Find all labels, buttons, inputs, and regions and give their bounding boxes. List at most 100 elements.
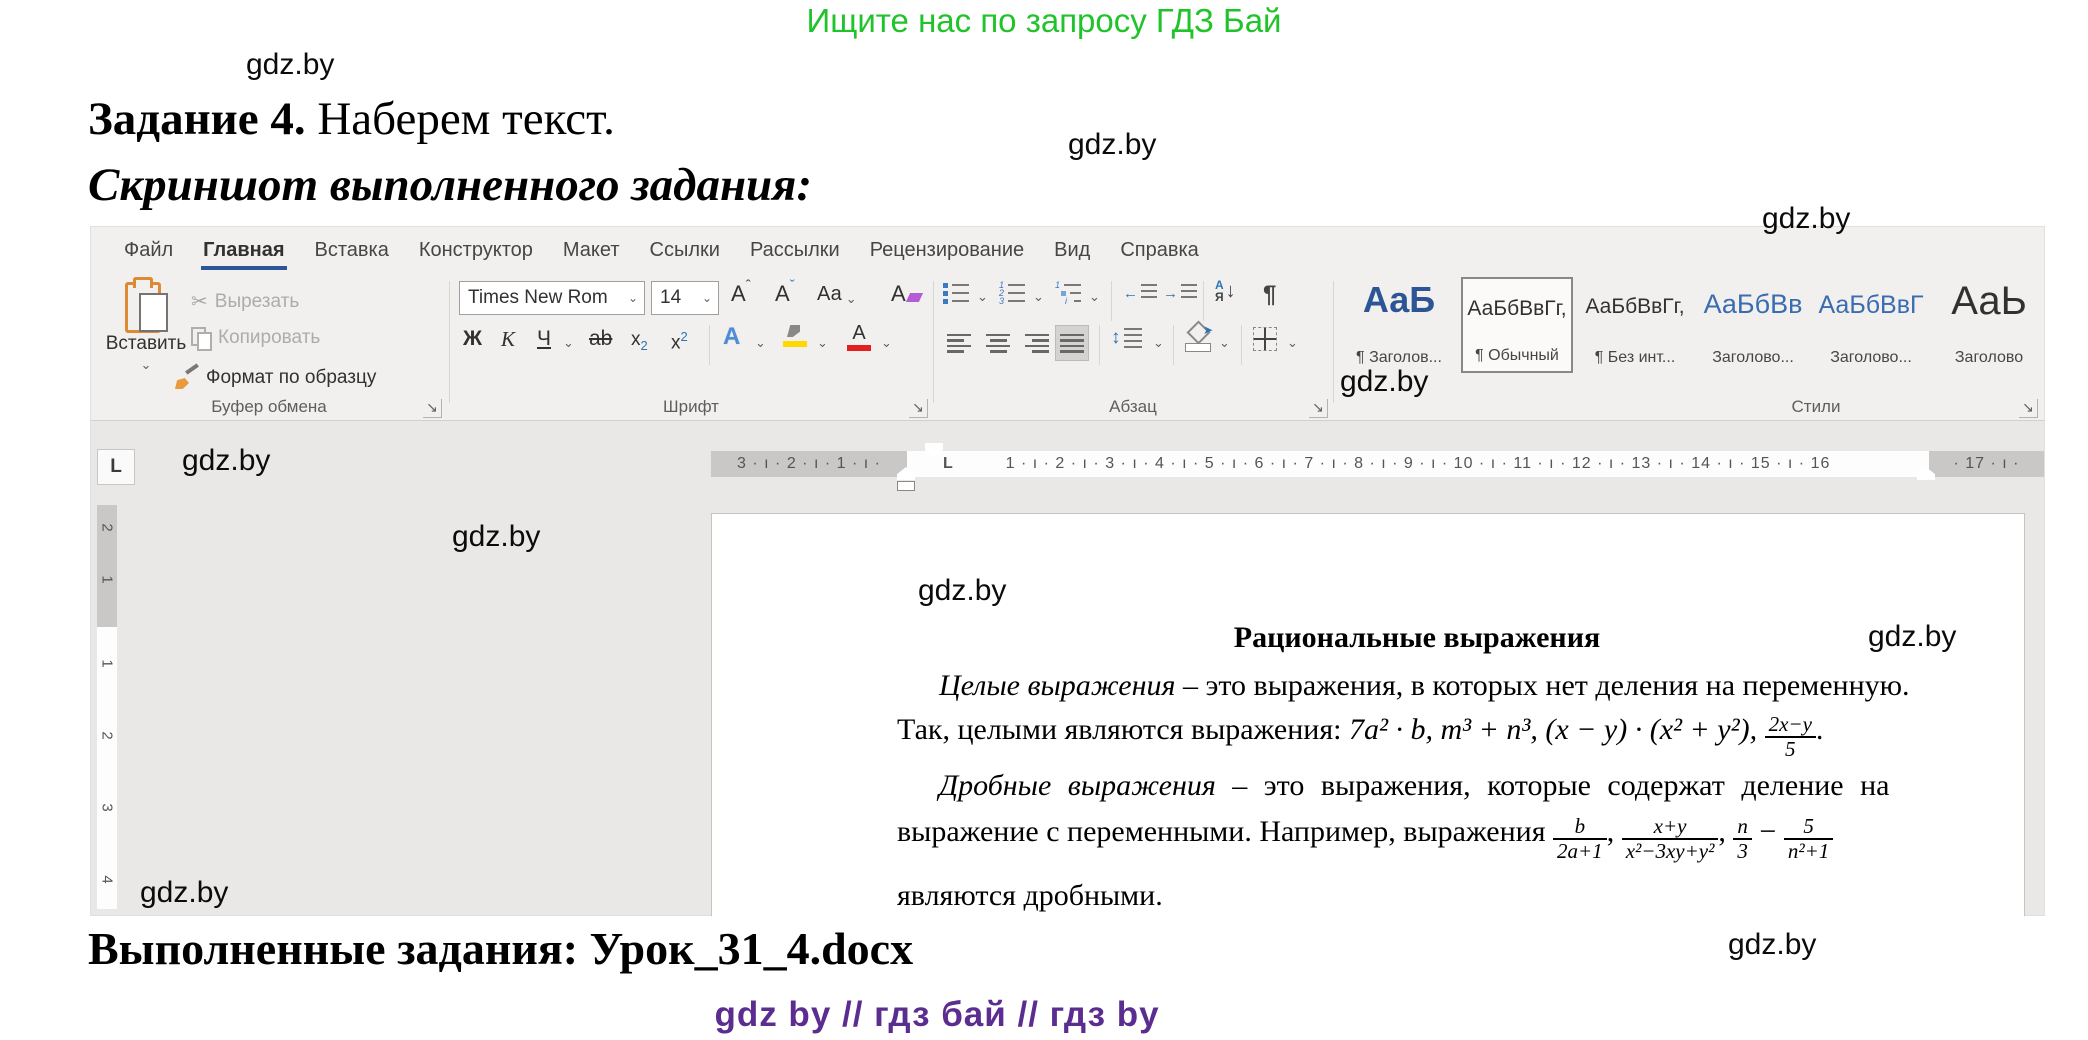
font-color-button[interactable]: А	[847, 323, 871, 351]
tab-Конструктор[interactable]: Конструктор	[404, 227, 548, 273]
align-center-button[interactable]	[981, 325, 1015, 361]
italic-button[interactable]: К	[501, 327, 515, 352]
vertical-ruler[interactable]: 1234	[97, 627, 117, 909]
chevron-down-icon[interactable]: ⌄	[1219, 335, 1230, 351]
clipboard-dialog-launcher[interactable]: ↘	[423, 399, 442, 418]
subscript-button[interactable]: x2	[631, 329, 648, 353]
chevron-down-icon[interactable]: ⌄	[696, 291, 718, 305]
tab-Рассылки[interactable]: Рассылки	[735, 227, 855, 273]
horizontal-ruler-margin-right[interactable]: · 17 · ı ·	[1929, 451, 2044, 477]
copy-label: Копировать	[218, 327, 320, 349]
align-left-button[interactable]	[943, 325, 977, 361]
chevron-down-icon[interactable]: ⌄	[1153, 335, 1164, 351]
font-size-combobox[interactable]: 14 ⌄	[651, 281, 719, 315]
horizontal-ruler[interactable]: 1 · ı · 2 · ı · 3 · ı · 4 · ı · 5 · ı · …	[907, 451, 1929, 477]
change-case-button[interactable]: Аа⌄	[817, 283, 857, 307]
doc-text-segment: – это выражения, которые содержат делени…	[1216, 769, 1890, 802]
style-card-1[interactable]: АаБ¶ Заголов...	[1343, 277, 1455, 373]
fraction-numerator: n	[1733, 815, 1752, 840]
chevron-down-icon[interactable]: ⌄	[881, 335, 892, 351]
font-dialog-launcher[interactable]: ↘	[909, 399, 928, 418]
word-screenshot: ФайлГлавнаяВставкаКонструкторМакетСсылки…	[90, 226, 2045, 916]
horizontal-ruler-margin-left[interactable]: 3 · ı · 2 · ı · 1 · ı ·	[711, 451, 907, 477]
strikethrough-button[interactable]: ab	[589, 327, 612, 351]
chevron-down-icon[interactable]: ⌄	[755, 335, 766, 351]
cut-button[interactable]: ✂ Вырезать	[191, 289, 299, 314]
chevron-down-icon[interactable]: ⌄	[563, 335, 574, 351]
format-painter-label: Формат по образцу	[206, 367, 376, 389]
chevron-down-icon[interactable]: ⌄	[1287, 335, 1298, 351]
tab-Файл[interactable]: Файл	[109, 227, 188, 273]
bullet-list-button[interactable]	[943, 281, 969, 305]
sort-button[interactable]: АЯ↓	[1215, 279, 1236, 303]
style-card-3[interactable]: АаБбВвГг,¶ Без инт...	[1579, 277, 1691, 373]
chevron-down-icon[interactable]: ⌄	[1089, 289, 1100, 305]
shrink-font-button[interactable]: Аˇ	[775, 281, 795, 307]
style-card-5[interactable]: АаБбВвГЗаголово...	[1815, 277, 1927, 373]
line-spacing-button[interactable]: ↕	[1111, 327, 1142, 349]
doc-line: являются дробными.	[897, 876, 1957, 916]
shading-button[interactable]: ➤	[1183, 323, 1213, 353]
copy-button[interactable]: Копировать	[191, 327, 320, 349]
vertical-ruler-margin[interactable]: 21	[97, 505, 117, 627]
tab-Ссылки[interactable]: Ссылки	[635, 227, 735, 273]
style-preview: АаБбВв	[1697, 289, 1809, 320]
tab-stop-selector[interactable]: L	[97, 449, 135, 485]
small-divider	[1203, 281, 1204, 321]
grow-font-button[interactable]: Аˆ	[731, 281, 751, 307]
decrease-indent-button[interactable]: ←	[1123, 281, 1157, 305]
underline-button[interactable]: Ч	[537, 327, 551, 351]
format-painter-icon	[175, 367, 199, 389]
chevron-down-icon[interactable]: ⌄	[817, 335, 828, 351]
chevron-down-icon[interactable]: ⌄	[622, 291, 644, 305]
borders-button[interactable]	[1253, 327, 1277, 351]
font-color-bar	[847, 345, 871, 351]
small-divider	[1111, 281, 1112, 321]
show-paragraph-marks-button[interactable]: ¶	[1263, 281, 1276, 309]
format-painter-button[interactable]: Формат по образцу	[175, 367, 376, 389]
doc-text-segment: Дробные выражения	[939, 769, 1216, 802]
font-name-combobox[interactable]: Times New Rom ⌄	[459, 281, 645, 315]
bold-button[interactable]: Ж	[463, 327, 482, 351]
chevron-down-icon[interactable]: ⌄	[1033, 289, 1044, 305]
justify-button[interactable]	[1055, 325, 1089, 361]
page-title-banner: Ищите нас по запросу ГДЗ Бай	[0, 2, 2088, 40]
text-effects-button[interactable]: А	[723, 323, 740, 351]
tab-Макет[interactable]: Макет	[548, 227, 635, 273]
tab-Вставка[interactable]: Вставка	[300, 227, 404, 273]
math-fraction: 2x−y5	[1765, 713, 1816, 761]
style-card-2[interactable]: АаБбВвГг, ¶ Обычный	[1461, 277, 1573, 373]
chevron-down-icon[interactable]: ⌄	[977, 289, 988, 305]
tab-Вид[interactable]: Вид	[1039, 227, 1105, 273]
highlight-color-button[interactable]	[783, 323, 807, 349]
style-label: Заголово...	[1815, 349, 1927, 367]
style-preview: АаБбВвГг,	[1463, 297, 1571, 321]
doc-text-segment: .	[1816, 713, 1824, 746]
fraction-denominator: x²−3xy+y²	[1622, 840, 1719, 863]
paragraph-dialog-launcher[interactable]: ↘	[1309, 399, 1328, 418]
chevron-down-icon: ⌄	[846, 291, 857, 307]
numbered-list-button[interactable]: 123	[999, 281, 1025, 305]
subscript-2: 2	[641, 338, 648, 353]
style-label: ¶ Обычный	[1463, 347, 1571, 365]
multilevel-list-button[interactable]: 1i	[1055, 281, 1081, 305]
group-divider	[1333, 281, 1334, 403]
tab-Главная[interactable]: Главная	[188, 227, 299, 273]
style-card-6[interactable]: АаЬЗаголово	[1933, 277, 2045, 373]
gdz-watermark: gdz.by	[1340, 365, 1428, 399]
superscript-button[interactable]: x2	[671, 329, 688, 354]
chevron-down-icon: ⌄	[141, 357, 152, 373]
increase-indent-button[interactable]: →	[1163, 281, 1197, 305]
align-right-button[interactable]	[1019, 325, 1053, 361]
ruler-number: 3	[99, 798, 116, 818]
tab-Рецензирование[interactable]: Рецензирование	[855, 227, 1039, 273]
document-page[interactable]: Рациональные выраженияЦелые выражения – …	[711, 513, 2025, 916]
tab-Справка[interactable]: Справка	[1105, 227, 1213, 273]
clear-formatting-button[interactable]: А	[891, 281, 921, 307]
style-card-4[interactable]: АаБбВвЗаголово...	[1697, 277, 1809, 373]
left-indent-marker[interactable]	[897, 481, 915, 491]
gdz-watermark: gdz.by	[1068, 128, 1156, 162]
styles-dialog-launcher[interactable]: ↘	[2019, 399, 2038, 418]
document-workspace: L 3 · ı · 2 · ı · 1 · ı · 1 · ı · 2 · ı …	[91, 421, 2044, 915]
style-preview: АаБбВвГг,	[1579, 295, 1691, 319]
